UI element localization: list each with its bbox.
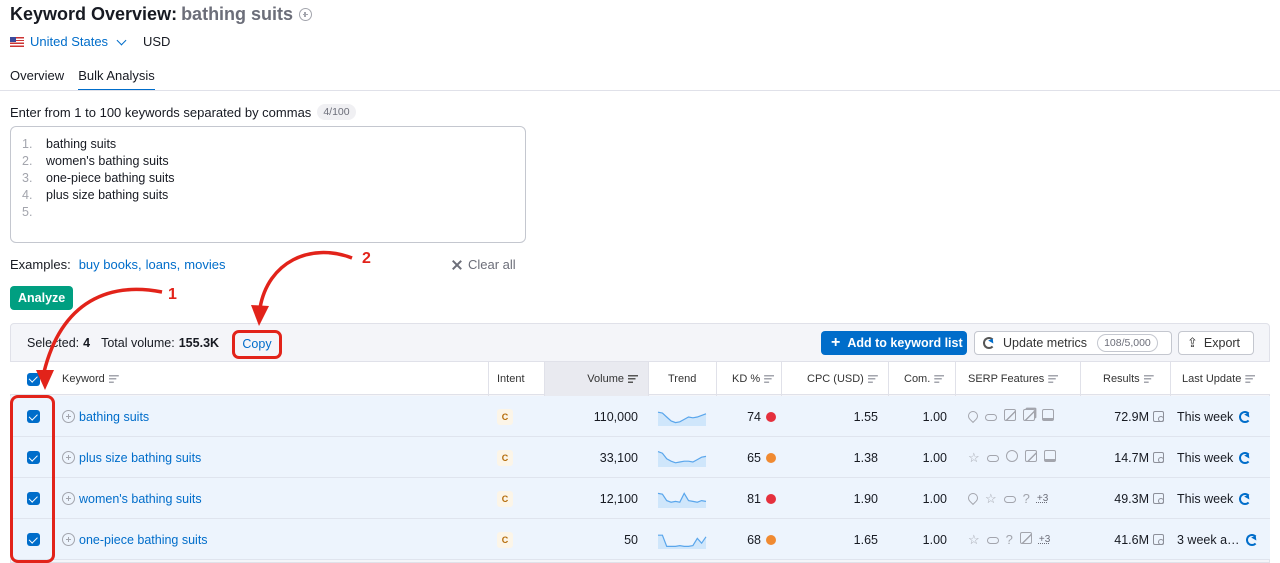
annotation-arrows (36, 250, 353, 390)
annotation-1: 1 (168, 286, 177, 303)
annotation-2: 2 (362, 250, 371, 267)
